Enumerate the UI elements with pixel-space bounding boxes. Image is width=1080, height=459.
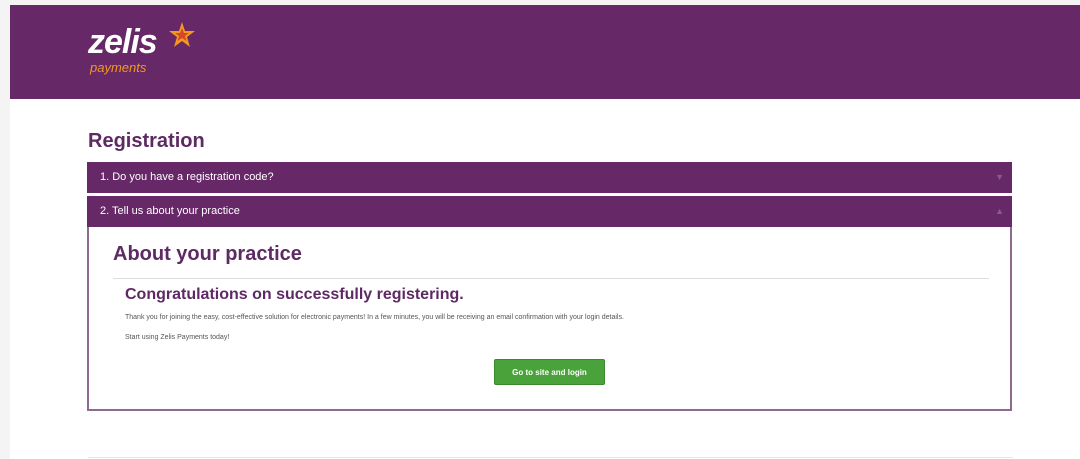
accordion-step-label: 1. Do you have a registration code? [100, 171, 274, 183]
panel-title: About your practice [113, 243, 302, 265]
logo-wordmark: zelis [88, 23, 158, 61]
success-heading: Congratulations on successfully register… [125, 286, 464, 303]
go-to-site-login-button[interactable]: Go to site and login [494, 359, 605, 385]
chevron-up-icon: ▲ [995, 206, 1004, 216]
chevron-down-icon: ▼ [995, 172, 1004, 182]
page: zelis payments Registration 1. Do you ha… [10, 5, 1080, 459]
accordion-step-label: 2. Tell us about your practice [100, 205, 240, 217]
zelis-logo[interactable]: zelis payments [88, 22, 218, 83]
divider [113, 278, 989, 279]
registration-accordion: 1. Do you have a registration code? ▼ 2.… [87, 162, 1012, 411]
footer-divider [88, 457, 1013, 458]
site-header: zelis payments [10, 5, 1080, 99]
start-using-text: Start using Zelis Payments today! [125, 334, 230, 341]
accordion-step-registration-code[interactable]: 1. Do you have a registration code? ▼ [87, 162, 1012, 193]
accordion-step-practice[interactable]: 2. Tell us about your practice ▲ [87, 196, 1012, 227]
practice-panel: About your practice Congratulations on s… [87, 227, 1012, 411]
logo-star-icon [169, 22, 195, 47]
logo-subtitle: payments [90, 60, 147, 75]
confirmation-message: Thank you for joining the easy, cost-eff… [125, 314, 624, 321]
page-title: Registration [88, 130, 205, 152]
